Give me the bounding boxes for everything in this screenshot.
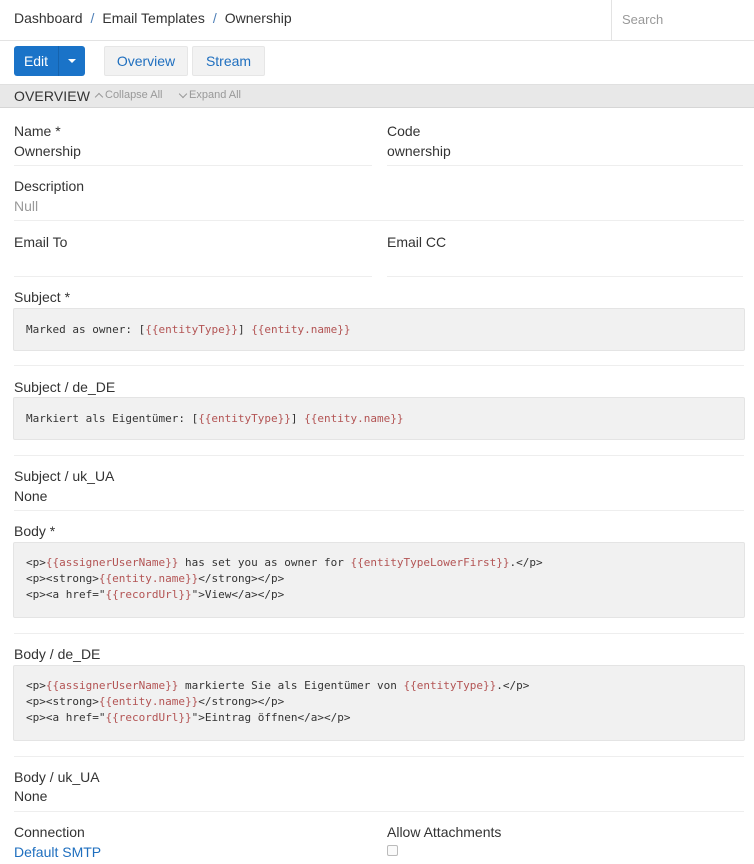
- divider: [14, 455, 744, 456]
- subject-uk-label: Subject / uk_UA: [14, 468, 115, 484]
- edit-dropdown-button[interactable]: [58, 46, 85, 76]
- expand-all-button[interactable]: Expand All: [178, 89, 241, 101]
- divider: [14, 756, 744, 757]
- code-text: .</p>: [509, 556, 543, 569]
- collapse-all-button[interactable]: Collapse All: [94, 89, 163, 101]
- code-text: ">Eintrag öffnen</a></p>: [191, 711, 351, 724]
- code-value: ownership: [387, 143, 451, 159]
- code-variable: {{entity.name}}: [251, 323, 351, 336]
- edit-button[interactable]: Edit: [14, 46, 58, 76]
- subject-label: Subject *: [14, 289, 71, 305]
- body-uk-label: Body / uk_UA: [14, 769, 100, 785]
- caret-down-icon: [68, 59, 76, 63]
- code-variable: {{recordUrl}}: [105, 588, 192, 601]
- panel-header: OVERVIEW Collapse All Expand All: [0, 84, 754, 108]
- breadcrumb-email-templates[interactable]: Email Templates: [102, 10, 204, 26]
- code-text: </strong></p>: [198, 695, 285, 708]
- expand-all-label: Expand All: [189, 89, 241, 101]
- code-text: </strong></p>: [198, 572, 285, 585]
- body-de-code: <p>{{assignerUserName}} markierte Sie al…: [13, 665, 745, 741]
- breadcrumb-separator: /: [90, 10, 95, 26]
- code-variable: {{entity.name}}: [98, 695, 199, 708]
- divider: [14, 811, 744, 812]
- code-variable: {{entityType}}: [145, 323, 238, 336]
- panel-title: OVERVIEW: [14, 88, 91, 104]
- code-text: <p><strong>: [26, 695, 99, 708]
- code-text: <p><a href=": [26, 711, 106, 724]
- connection-link[interactable]: Default SMTP: [14, 844, 101, 860]
- breadcrumb-separator: /: [212, 10, 217, 26]
- code-variable: {{entity.name}}: [304, 412, 404, 425]
- collapse-all-label: Collapse All: [105, 89, 163, 101]
- code-text: .</p>: [496, 679, 530, 692]
- breadcrumb-dashboard[interactable]: Dashboard: [14, 10, 83, 26]
- subject-uk-value: None: [14, 488, 48, 504]
- email-to-label: Email To: [14, 234, 68, 250]
- code-variable: {{assignerUserName}}: [45, 679, 179, 692]
- divider: [14, 220, 744, 221]
- code-text: ]: [290, 412, 305, 425]
- allow-attachments-checkbox[interactable]: [387, 845, 398, 856]
- breadcrumb: Dashboard / Email Templates / Ownership: [14, 10, 292, 26]
- code-variable: {{entityType}}: [198, 412, 291, 425]
- body-label: Body *: [14, 523, 56, 539]
- code-text: ">View</a></p>: [191, 588, 285, 601]
- divider: [14, 165, 372, 166]
- divider: [387, 165, 743, 166]
- email-cc-label: Email CC: [387, 234, 447, 250]
- code-text: Marked as owner: [: [26, 323, 146, 336]
- name-label: Name *: [14, 123, 61, 139]
- overview-button[interactable]: Overview: [104, 46, 188, 76]
- divider: [14, 510, 744, 511]
- code-text: Markiert als Eigentümer: [: [26, 412, 199, 425]
- allow-attachments-label: Allow Attachments: [387, 824, 502, 840]
- code-variable: {{recordUrl}}: [105, 711, 192, 724]
- subject-de-code: Markiert als Eigentümer: [{{entityType}}…: [13, 397, 745, 440]
- stream-button[interactable]: Stream: [192, 46, 265, 76]
- code-variable: {{entityTypeLowerFirst}}: [350, 556, 510, 569]
- divider: [387, 276, 743, 277]
- code-text: ]: [237, 323, 252, 336]
- code-text: <p>: [26, 679, 46, 692]
- top-bar: Dashboard / Email Templates / Ownership: [0, 0, 754, 41]
- connection-label: Connection: [14, 824, 85, 840]
- subject-code: Marked as owner: [{{entityType}}] {{enti…: [13, 308, 745, 351]
- code-text: <p><strong>: [26, 572, 99, 585]
- body-de-label: Body / de_DE: [14, 646, 101, 662]
- code-variable: {{entityType}}: [403, 679, 497, 692]
- body-uk-value: None: [14, 788, 48, 804]
- code-text: has set you as owner for: [178, 556, 351, 569]
- code-variable: {{entity.name}}: [98, 572, 199, 585]
- search-box: [611, 0, 754, 40]
- code-text: <p><a href=": [26, 588, 106, 601]
- name-value: Ownership: [14, 143, 81, 159]
- breadcrumb-current: Ownership: [224, 10, 292, 26]
- chevron-up-icon: [94, 92, 104, 101]
- divider: [14, 633, 744, 634]
- subject-de-label: Subject / de_DE: [14, 379, 116, 395]
- code-variable: {{assignerUserName}}: [45, 556, 179, 569]
- code-label: Code: [387, 123, 421, 139]
- divider: [14, 365, 744, 366]
- code-text: markierte Sie als Eigentümer von: [178, 679, 404, 692]
- search-input[interactable]: [622, 0, 752, 38]
- chevron-down-icon: [178, 89, 188, 99]
- edit-button-group: Edit: [14, 46, 85, 76]
- code-text: <p>: [26, 556, 46, 569]
- divider: [14, 276, 372, 277]
- description-value: Null: [14, 198, 39, 214]
- body-code: <p>{{assignerUserName}} has set you as o…: [13, 542, 745, 618]
- description-label: Description: [14, 178, 85, 194]
